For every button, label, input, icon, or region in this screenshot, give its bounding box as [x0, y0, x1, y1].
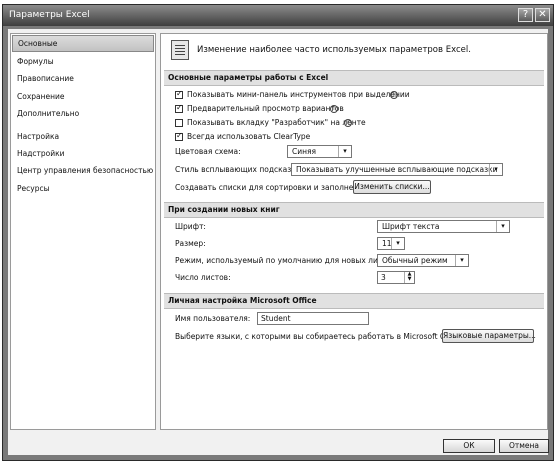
chevron-down-icon: ▾	[489, 164, 502, 175]
header-text: Изменение наиболее часто используемых па…	[197, 45, 471, 55]
tooltip-style-select[interactable]: Показывать улучшенные всплывающие подска…	[291, 163, 503, 176]
dialog-body: Основные Формулы Правописание Сохранение…	[8, 29, 549, 455]
default-view-label: Режим, используемый по умолчанию для нов…	[175, 256, 398, 265]
ok-button[interactable]: ОК	[443, 439, 495, 453]
default-view-value: Обычный режим	[382, 256, 448, 265]
check-label-developer-tab: Показывать вкладку "Разработчик" на лент…	[187, 118, 366, 127]
user-name-value: Student	[261, 314, 291, 323]
help-button[interactable]: ?	[518, 8, 533, 22]
size-label: Размер:	[175, 239, 206, 248]
sidebar: Основные Формулы Правописание Сохранение…	[10, 33, 156, 430]
sidebar-item-addins[interactable]: Надстройки	[11, 145, 155, 162]
section-title-general: Основные параметры работы с Excel	[164, 70, 544, 86]
tooltip-style-label: Стиль всплывающих подсказок:	[175, 165, 303, 174]
checkbox-cleartype[interactable]	[175, 131, 183, 141]
size-select[interactable]: 11 ▾	[377, 237, 405, 250]
close-button[interactable]: ✕	[535, 8, 550, 22]
tooltip-style-value: Показывать улучшенные всплывающие подска…	[296, 165, 498, 174]
window-title: Параметры Excel	[9, 10, 90, 20]
info-icon: i	[344, 119, 352, 127]
section-title-new-workbooks: При создании новых книг	[164, 202, 544, 218]
excel-options-window: Параметры Excel ? ✕ Основные Формулы Пра…	[2, 4, 554, 461]
cancel-button[interactable]: Отмена	[499, 439, 549, 453]
checkbox-mini-toolbar[interactable]	[175, 89, 183, 99]
chevron-down-icon: ▾	[496, 221, 509, 232]
sidebar-item-formulas[interactable]: Формулы	[11, 53, 155, 70]
sidebar-item-trust-center[interactable]: Центр управления безопасностью	[11, 162, 155, 179]
sidebar-item-advanced[interactable]: Дополнительно	[11, 105, 155, 122]
checkbox-live-preview[interactable]	[175, 103, 183, 113]
check-label-live-preview: Предварительный просмотр вариантов	[187, 104, 344, 113]
sidebar-item-customize[interactable]: Настройка	[11, 128, 155, 145]
font-value: Шрифт текста	[382, 222, 440, 231]
info-icon: i	[330, 105, 338, 113]
default-view-select[interactable]: Обычный режим ▾	[377, 254, 469, 267]
edit-custom-lists-button[interactable]: Изменить списки...	[353, 180, 431, 194]
title-bar[interactable]: Параметры Excel ? ✕	[3, 5, 553, 26]
sidebar-item-save[interactable]: Сохранение	[11, 88, 155, 105]
spin-arrows-icon[interactable]: ▲ ▼	[404, 272, 414, 283]
checkbox-developer-tab[interactable]	[175, 119, 183, 127]
sheet-count-stepper[interactable]: 3 ▲ ▼	[377, 271, 415, 284]
user-name-label: Имя пользователя:	[175, 314, 251, 323]
language-settings-button[interactable]: Языковые параметры...	[442, 329, 536, 343]
color-scheme-value: Синяя	[292, 147, 317, 156]
sidebar-item-proofing[interactable]: Правописание	[11, 70, 155, 87]
chevron-down-icon: ▾	[455, 255, 468, 266]
color-scheme-select[interactable]: Синяя ▾	[287, 145, 352, 158]
check-label-cleartype: Всегда использовать ClearType	[187, 132, 311, 141]
user-name-input[interactable]: Student	[257, 312, 369, 325]
section-title-personalize: Личная настройка Microsoft Office	[164, 293, 544, 309]
sheet-count-value: 3	[381, 273, 386, 282]
sidebar-item-general[interactable]: Основные	[12, 35, 154, 52]
font-select[interactable]: Шрифт текста ▾	[377, 220, 510, 233]
content-panel: Изменение наиболее часто используемых па…	[160, 33, 548, 430]
options-page-icon	[171, 40, 189, 60]
custom-lists-label: Создавать списки для сортировки и заполн…	[175, 183, 371, 192]
chevron-down-icon: ▾	[391, 238, 404, 249]
sheet-count-label: Число листов:	[175, 273, 231, 282]
font-label: Шрифт:	[175, 222, 206, 231]
languages-label: Выберите языки, с которыми вы собираетес…	[175, 332, 465, 341]
chevron-down-icon: ▾	[338, 146, 351, 157]
color-scheme-label: Цветовая схема:	[175, 147, 241, 156]
info-icon: i	[390, 91, 398, 99]
check-label-mini-toolbar: Показывать мини-панель инструментов при …	[187, 90, 410, 99]
sidebar-item-resources[interactable]: Ресурсы	[11, 180, 155, 197]
